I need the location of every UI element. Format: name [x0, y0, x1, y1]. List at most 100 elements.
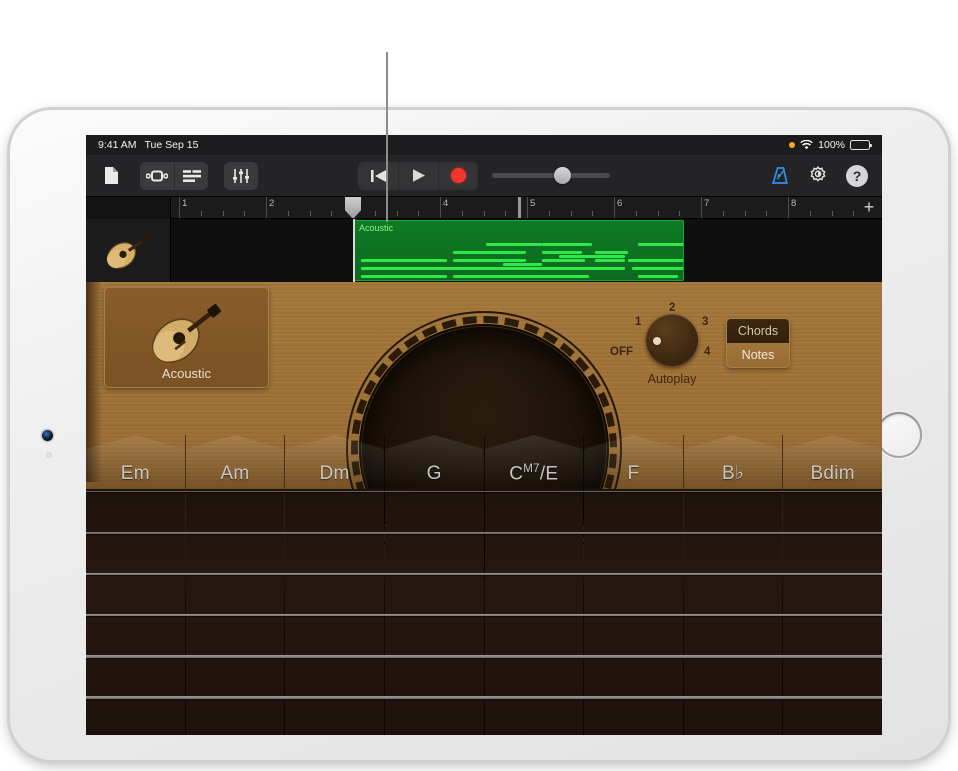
chord-tab[interactable]: B♭ [684, 435, 783, 489]
beat-tick [201, 211, 202, 216]
chord-column-f[interactable]: F [583, 435, 683, 735]
chord-tab[interactable]: F [584, 435, 683, 489]
beat-tick [853, 211, 854, 216]
midi-note [559, 255, 625, 258]
battery-percent-label: 100% [818, 139, 845, 151]
midi-note [453, 259, 526, 262]
autoplay-label-2[interactable]: 2 [669, 302, 675, 314]
bar-number: 6 [617, 198, 622, 209]
timeline-ruler[interactable]: + 12345678 [171, 197, 882, 219]
front-camera-icon [42, 430, 53, 441]
bar-number: 1 [182, 198, 187, 209]
master-volume-knob[interactable] [554, 167, 571, 184]
chord-tab[interactable]: CM7/E [485, 435, 584, 489]
document-icon[interactable] [96, 162, 126, 190]
chord-tab[interactable]: G [385, 435, 484, 489]
autoplay-knob[interactable] [646, 314, 698, 366]
chord-strum-area[interactable] [485, 489, 584, 735]
beat-tick [636, 211, 637, 216]
metronome-icon[interactable] [771, 166, 790, 185]
status-bar: 9:41 AM Tue Sep 15 100% [86, 135, 882, 155]
app-toolbar: ? [86, 155, 882, 197]
chord-strum-area[interactable] [783, 489, 882, 735]
beat-tick [549, 211, 550, 216]
beat-tick [397, 211, 398, 216]
midi-note [595, 251, 628, 254]
beat-tick [592, 211, 593, 216]
bar-tick [527, 197, 528, 218]
wifi-icon [800, 140, 813, 150]
autoplay-label-3[interactable]: 3 [702, 316, 708, 328]
chord-column-c[interactable]: CM7/E [484, 435, 584, 735]
chord-column-am[interactable]: Am [185, 435, 285, 735]
beat-tick [571, 211, 572, 216]
beat-tick [462, 211, 463, 216]
tracks-view-icon[interactable] [174, 162, 208, 190]
chord-column-g[interactable]: G [384, 435, 484, 735]
chord-strum-area[interactable] [285, 489, 384, 735]
chord-strum-area[interactable] [385, 489, 484, 735]
midi-note [632, 267, 684, 270]
midi-note [486, 243, 542, 246]
play-icon[interactable] [398, 162, 438, 190]
mixer-icon[interactable] [224, 162, 258, 190]
midi-note [453, 275, 552, 278]
chord-strum-area[interactable] [86, 489, 185, 735]
instrument-browser-icon[interactable] [140, 162, 174, 190]
autoplay-label-4[interactable]: 4 [704, 346, 710, 358]
chord-strum-area[interactable] [186, 489, 285, 735]
beat-tick [723, 211, 724, 216]
add-track-button[interactable]: + [858, 197, 880, 219]
record-icon[interactable] [438, 162, 478, 190]
midi-note [453, 251, 526, 254]
chord-strum-area[interactable] [584, 489, 683, 735]
battery-icon [850, 140, 870, 150]
help-icon[interactable]: ? [846, 165, 868, 187]
midi-note [585, 267, 625, 270]
status-date: Tue Sep 15 [145, 139, 199, 151]
chord-name: G [427, 463, 442, 485]
chord-tab[interactable]: Bdim [783, 435, 882, 489]
instrument-selector-card[interactable]: Acoustic [104, 286, 269, 388]
midi-note [542, 275, 588, 278]
chord-tab[interactable]: Am [186, 435, 285, 489]
bar-number: 8 [791, 198, 796, 209]
ipad-screen: 9:41 AM Tue Sep 15 100% [86, 135, 882, 735]
autoplay-knob-indicator [653, 337, 661, 345]
midi-note [503, 263, 543, 266]
chord-tab[interactable]: Em [86, 435, 185, 489]
acoustic-guitar-icon [139, 298, 235, 366]
section-marker[interactable] [518, 197, 521, 219]
chord-strum-area[interactable] [684, 489, 783, 735]
chord-column-b[interactable]: B♭ [683, 435, 783, 735]
bar-tick [266, 197, 267, 218]
track-lane[interactable]: Acoustic [171, 219, 882, 282]
transport-controls [358, 162, 610, 190]
autoplay-label-off[interactable]: OFF [610, 346, 633, 358]
chord-column-bdim[interactable]: Bdim [782, 435, 882, 735]
chord-column-em[interactable]: Em [86, 435, 185, 735]
timeline-ruler-row: + 12345678 [86, 197, 882, 219]
midi-region-acoustic[interactable]: Acoustic [353, 220, 684, 281]
beat-tick [658, 211, 659, 216]
playhead-line [353, 219, 355, 282]
bar-tick [614, 197, 615, 218]
playhead-handle[interactable] [345, 197, 361, 219]
rewind-icon[interactable] [358, 162, 398, 190]
chord-column-dm[interactable]: Dm [284, 435, 384, 735]
toggle-option-notes[interactable]: Notes [727, 343, 789, 367]
beat-tick [745, 211, 746, 216]
midi-note [542, 259, 585, 262]
toggle-option-chords[interactable]: Chords [727, 319, 789, 343]
view-segmented-control [140, 162, 208, 190]
beat-tick [484, 211, 485, 216]
beat-tick [310, 211, 311, 216]
master-volume-slider[interactable] [492, 173, 610, 178]
autoplay-label-1[interactable]: 1 [635, 316, 641, 328]
gear-icon[interactable] [808, 166, 828, 186]
midi-note [638, 243, 683, 246]
home-button[interactable] [876, 412, 922, 458]
track-header-acoustic[interactable] [86, 219, 171, 282]
chord-tab[interactable]: Dm [285, 435, 384, 489]
beat-tick [375, 211, 376, 216]
